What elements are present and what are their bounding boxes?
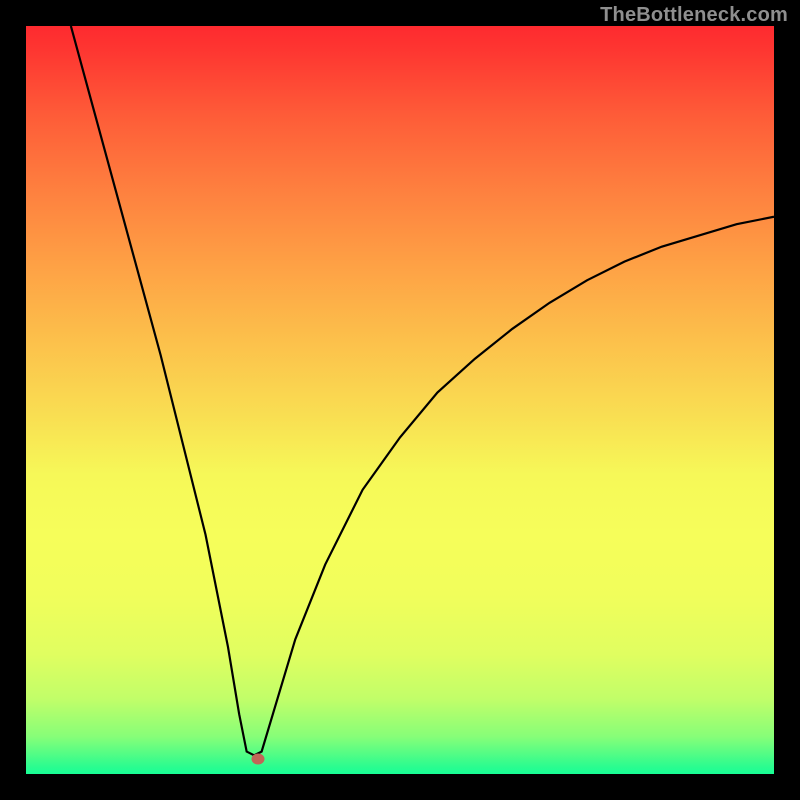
plot-area <box>26 26 774 774</box>
chart-frame: TheBottleneck.com <box>0 0 800 800</box>
watermark-text: TheBottleneck.com <box>600 4 788 27</box>
current-point-marker <box>251 754 264 765</box>
bottleneck-curve <box>26 26 774 774</box>
